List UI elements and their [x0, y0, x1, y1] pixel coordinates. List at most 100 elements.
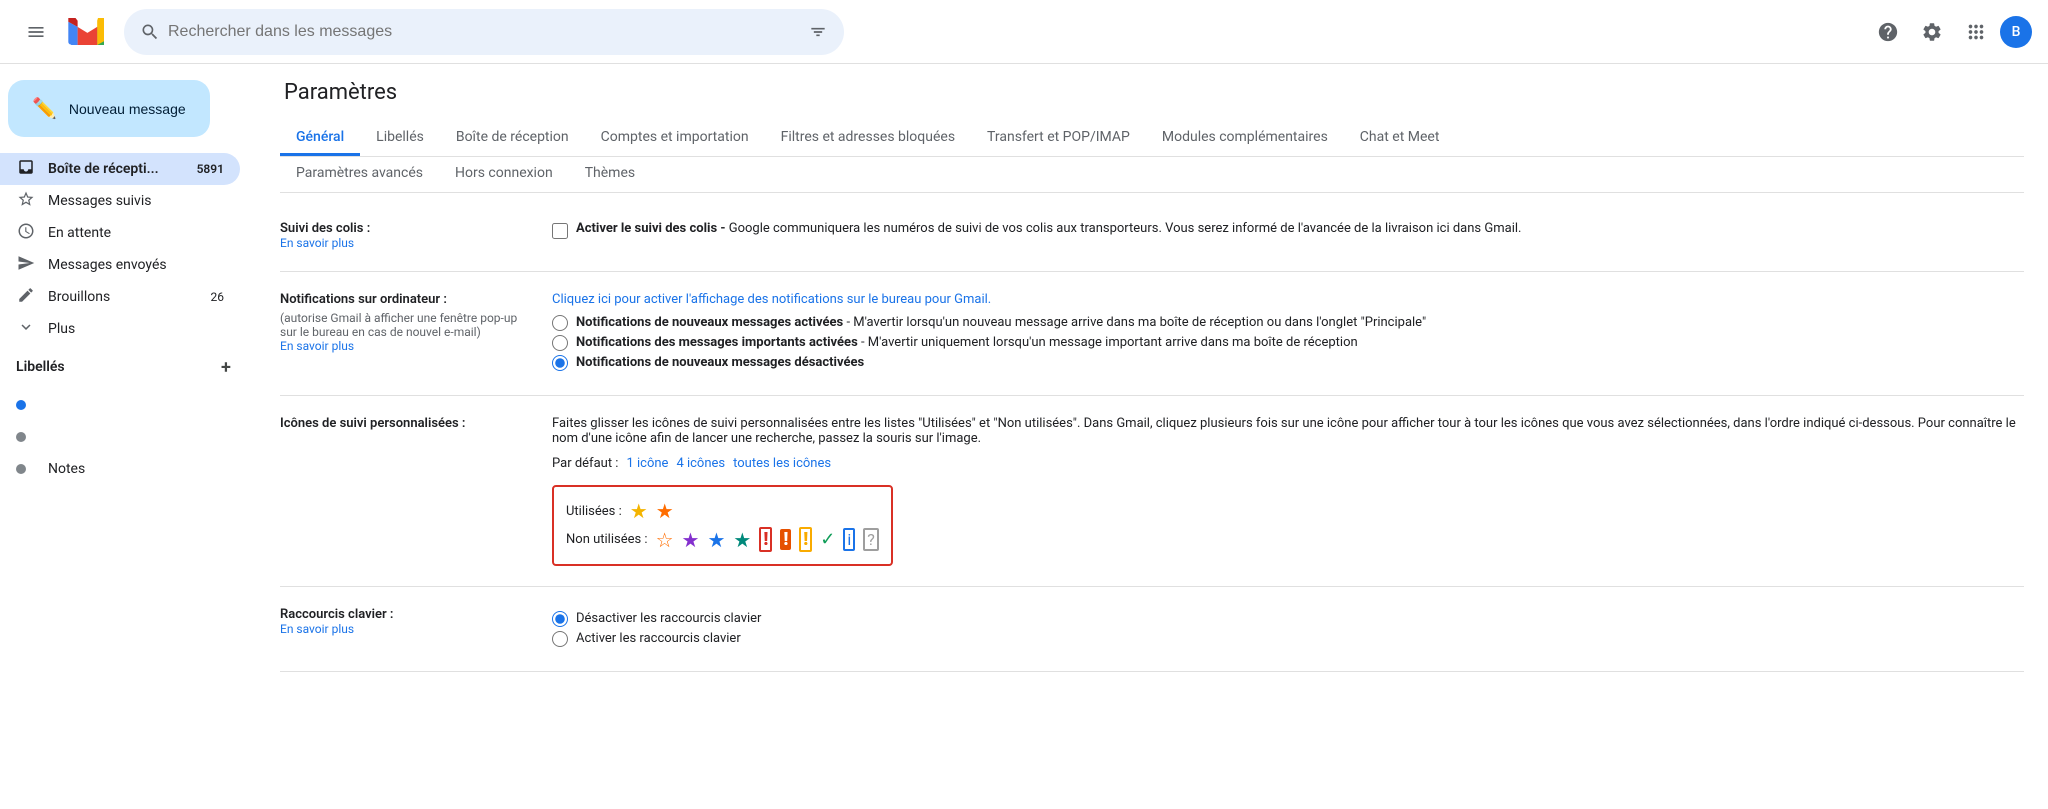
suivi-colis-checkbox[interactable] [552, 223, 568, 239]
non-utilisees-question-gray[interactable]: ? [863, 528, 879, 551]
icones-label: Icônes de suivi personnalisées : [280, 416, 520, 566]
settings-content: Paramètres Général Libellés Boîte de réc… [256, 64, 2048, 809]
par-defaut-row: Par défaut : 1 icône 4 icônes toutes les… [552, 456, 2024, 471]
drafts-icon [16, 286, 36, 309]
icones-description: Faites glisser les icônes de suivi perso… [552, 416, 2024, 446]
tab-accounts[interactable]: Comptes et importation [585, 121, 765, 156]
tab-addons[interactable]: Modules complémentaires [1146, 121, 1344, 156]
sidebar-item-more[interactable]: Plus [0, 313, 240, 345]
non-utilisees-section: Non utilisées : ☆ ★ ★ ★ ! ! ! ✓ i ? [566, 527, 879, 552]
sidebar-item-notes[interactable]: Notes [0, 453, 240, 485]
raccourcis-enable-radio[interactable] [552, 631, 568, 647]
tab-chat[interactable]: Chat et Meet [1344, 121, 1456, 156]
par-defaut-all-icons-link[interactable]: toutes les icônes [733, 456, 831, 471]
tab-inbox[interactable]: Boîte de réception [440, 121, 585, 156]
non-utilisees-star-teal[interactable]: ★ [733, 528, 751, 552]
sidebar-item-snoozed[interactable]: En attente [0, 217, 240, 249]
raccourcis-disable-radio[interactable] [552, 611, 568, 627]
avatar[interactable]: B [2000, 16, 2032, 48]
tab-labels[interactable]: Libellés [360, 121, 440, 156]
notifications-link[interactable]: En savoir plus [280, 339, 354, 353]
non-utilisees-star-blue[interactable]: ★ [707, 528, 725, 552]
snoozed-icon [16, 222, 36, 245]
search-input[interactable] [168, 23, 800, 41]
tab-forwarding[interactable]: Transfert et POP/IMAP [971, 121, 1146, 156]
notif-new-messages-radio[interactable] [552, 315, 568, 331]
label2-dot [16, 432, 36, 442]
notif-disabled-radio[interactable] [552, 355, 568, 371]
non-utilisees-exclaim-yellow[interactable]: ! [799, 527, 812, 552]
non-utilisees-check-green[interactable]: ✓ [820, 529, 835, 550]
inbox-badge: 5891 [197, 162, 224, 176]
help-button[interactable] [1868, 12, 1908, 52]
notes-label: Notes [48, 461, 85, 477]
sidebar-item-label2[interactable] [0, 421, 240, 453]
raccourcis-radio-row-2: Activer les raccourcis clavier [552, 631, 2024, 647]
raccourcis-label: Raccourcis clavier : En savoir plus [280, 607, 520, 651]
raccourcis-content: Désactiver les raccourcis clavier Active… [552, 607, 2024, 651]
notifications-desktop-link[interactable]: Cliquez ici pour activer l'affichage des… [552, 292, 991, 307]
advanced-search-icon[interactable] [808, 22, 828, 42]
settings-button[interactable] [1912, 12, 1952, 52]
non-utilisees-exclaim-orange[interactable]: ! [780, 529, 791, 550]
search-icon [140, 22, 160, 42]
sidebar-item-drafts[interactable]: Brouillons 26 [0, 281, 240, 313]
labels-section: Libellés + [0, 345, 256, 389]
sidebar-item-label1[interactable] [0, 389, 240, 421]
sidebar-item-inbox[interactable]: Boîte de récepti... 5891 [0, 153, 240, 185]
notif-important-radio[interactable] [552, 335, 568, 351]
suivi-colis-link[interactable]: En savoir plus [280, 236, 354, 250]
raccourcis-link[interactable]: En savoir plus [280, 622, 354, 636]
sidebar-item-starred[interactable]: Messages suivis [0, 185, 240, 217]
utilisees-star-orange[interactable]: ★ [656, 499, 674, 523]
inbox-icon [16, 158, 36, 181]
top-icons: B [1868, 12, 2032, 52]
starred-icon [16, 190, 36, 213]
raccourcis-radio-row-1: Désactiver les raccourcis clavier [552, 611, 2024, 627]
tab-filters[interactable]: Filtres et adresses bloquées [765, 121, 971, 156]
icons-box: Utilisées : ★ ★ Non utilisées : ☆ ★ ★ ★ … [552, 485, 893, 566]
non-utilisees-star-purple[interactable]: ★ [682, 528, 700, 552]
setting-row-icones: Icônes de suivi personnalisées : Faites … [280, 396, 2024, 587]
notifications-label: Notifications sur ordinateur : (autorise… [280, 292, 520, 375]
notification-radio-row-2: Notifications des messages importants ac… [552, 335, 2024, 351]
non-utilisees-info-blue[interactable]: i [843, 528, 855, 551]
suivi-colis-content: Activer le suivi des colis - Google comm… [552, 221, 2024, 251]
notification-radio-row-3: Notifications de nouveaux messages désac… [552, 355, 2024, 371]
apps-button[interactable] [1956, 12, 1996, 52]
drafts-badge: 26 [211, 290, 225, 304]
notifications-content: Cliquez ici pour activer l'affichage des… [552, 292, 2024, 375]
add-label-button[interactable]: + [212, 353, 240, 381]
starred-label: Messages suivis [48, 193, 151, 209]
sent-icon [16, 254, 36, 277]
gmail-logo [68, 18, 104, 45]
setting-row-suivi-colis: Suivi des colis : En savoir plus Activer… [280, 201, 2024, 272]
main-area: ✏️ Nouveau message Boîte de récepti... 5… [0, 64, 2048, 809]
non-utilisees-exclaim-red[interactable]: ! [759, 527, 772, 552]
labels-title: Libellés [16, 359, 65, 375]
non-utilisees-star-orange-outline[interactable]: ☆ [656, 528, 674, 552]
tab-offline[interactable]: Hors connexion [439, 157, 569, 192]
tab-themes[interactable]: Thèmes [569, 157, 651, 192]
hamburger-button[interactable] [16, 12, 56, 52]
utilisees-section: Utilisées : ★ ★ [566, 499, 879, 523]
setting-row-raccourcis: Raccourcis clavier : En savoir plus Désa… [280, 587, 2024, 672]
notification-radio-row-1: Notifications de nouveaux messages activ… [552, 315, 2024, 331]
par-defaut-1-icon-link[interactable]: 1 icône [626, 456, 668, 471]
label1-dot [16, 400, 36, 410]
suivi-colis-checkbox-label: Activer le suivi des colis - Google comm… [576, 221, 1521, 236]
utilisees-star-yellow[interactable]: ★ [630, 499, 648, 523]
tab-general[interactable]: Général [280, 121, 360, 156]
tab-advanced[interactable]: Paramètres avancés [280, 157, 439, 192]
sidebar-item-sent[interactable]: Messages envoyés [0, 249, 240, 281]
notes-dot [16, 464, 36, 474]
app-container: B ✏️ Nouveau message Boîte de récepti...… [0, 0, 2048, 809]
compose-label: Nouveau message [69, 101, 186, 117]
par-defaut-4-icons-link[interactable]: 4 icônes [676, 456, 725, 471]
settings-tabs-row1: Général Libellés Boîte de réception Comp… [280, 121, 2024, 157]
setting-row-notifications: Notifications sur ordinateur : (autorise… [280, 272, 2024, 396]
settings-header: Paramètres Général Libellés Boîte de réc… [280, 64, 2024, 193]
suivi-colis-label: Suivi des colis : En savoir plus [280, 221, 520, 251]
compose-button[interactable]: ✏️ Nouveau message [8, 80, 210, 137]
top-bar: B [0, 0, 2048, 64]
